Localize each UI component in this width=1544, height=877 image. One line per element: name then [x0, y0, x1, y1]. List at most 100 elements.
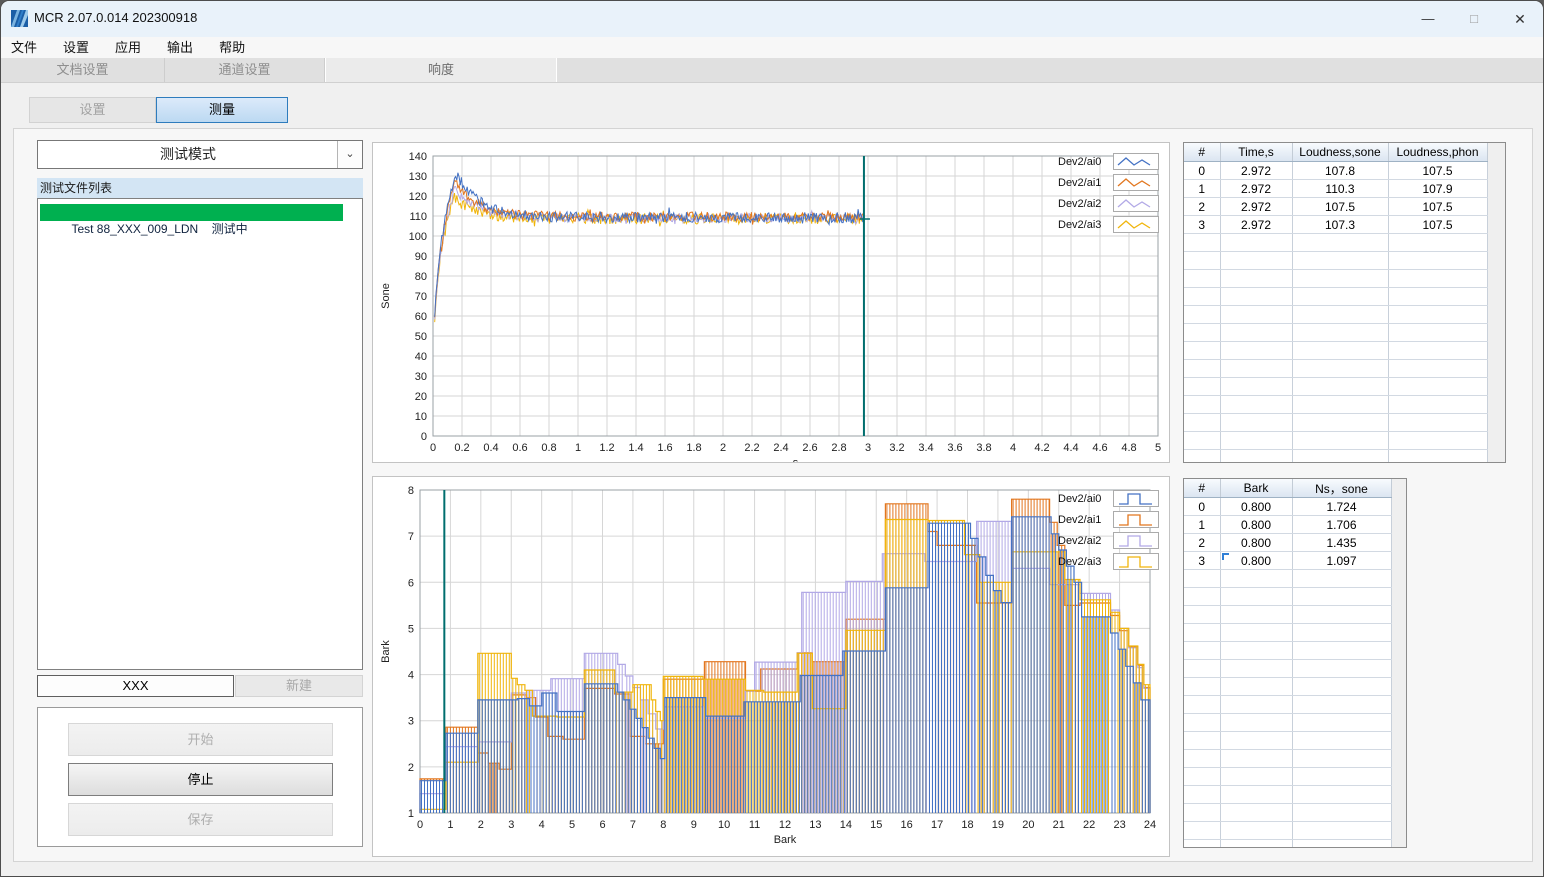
close-button[interactable]: ✕ — [1497, 1, 1543, 37]
table-cell[interactable]: 107.5 — [1388, 197, 1488, 216]
table-cell[interactable] — [1292, 269, 1389, 288]
table-cell[interactable] — [1220, 449, 1293, 462]
table-cell[interactable] — [1292, 341, 1389, 360]
table-cell[interactable] — [1292, 413, 1389, 432]
table-cell[interactable]: 107.8 — [1292, 161, 1389, 180]
table-cell[interactable] — [1184, 659, 1221, 678]
table-cell[interactable] — [1220, 305, 1293, 324]
table-row[interactable]: 1 2.972 110.3 107.9 — [1184, 179, 1488, 198]
table-row[interactable] — [1184, 659, 1392, 678]
table-cell[interactable] — [1184, 731, 1221, 750]
table-cell[interactable] — [1184, 233, 1221, 252]
table-cell[interactable] — [1292, 641, 1392, 660]
table-row[interactable] — [1184, 785, 1392, 804]
table-cell[interactable]: 0.800 — [1220, 497, 1293, 516]
table-cell[interactable] — [1292, 803, 1392, 822]
test-mode-dropdown[interactable]: 测试模式 ⌄ — [37, 140, 363, 169]
table-cell[interactable] — [1388, 431, 1488, 450]
stop-button[interactable]: 停止 — [68, 763, 333, 796]
maximize-button[interactable]: □ — [1451, 1, 1497, 37]
table-cell[interactable] — [1388, 251, 1488, 270]
table-cell[interactable] — [1220, 605, 1293, 624]
table-cell[interactable]: 2 — [1184, 533, 1221, 552]
table-row[interactable] — [1184, 623, 1392, 642]
table-cell[interactable] — [1220, 785, 1293, 804]
column-header[interactable]: # — [1184, 143, 1221, 162]
table-cell[interactable]: 2.972 — [1220, 197, 1293, 216]
table-row[interactable] — [1184, 731, 1392, 750]
table-cell[interactable] — [1220, 395, 1293, 414]
table-cell[interactable] — [1184, 605, 1221, 624]
table-row[interactable]: 0 2.972 107.8 107.5 — [1184, 161, 1488, 180]
table-row[interactable] — [1184, 767, 1392, 786]
table-cell[interactable] — [1220, 695, 1293, 714]
table-cell[interactable]: 1 — [1184, 515, 1221, 534]
table-cell[interactable]: 3 — [1184, 215, 1221, 234]
table-row[interactable] — [1184, 251, 1488, 270]
table-cell[interactable] — [1220, 659, 1293, 678]
menu-item-4[interactable]: 帮助 — [206, 37, 258, 58]
table-cell[interactable] — [1220, 821, 1293, 840]
table-row[interactable] — [1184, 695, 1392, 714]
table-cell[interactable] — [1220, 641, 1293, 660]
table-cell[interactable]: 2 — [1184, 197, 1221, 216]
table-cell[interactable]: 0.800 — [1220, 551, 1293, 570]
table-cell[interactable] — [1292, 233, 1389, 252]
table-cell[interactable] — [1184, 695, 1221, 714]
tab-settings[interactable]: 设置 — [29, 97, 156, 123]
table-cell[interactable]: 2.972 — [1220, 161, 1293, 180]
table-cell[interactable] — [1220, 713, 1293, 732]
minimize-button[interactable]: — — [1405, 1, 1451, 37]
table-cell[interactable]: 0 — [1184, 497, 1221, 516]
table-cell[interactable] — [1184, 377, 1221, 396]
table-row[interactable] — [1184, 449, 1488, 462]
table-row[interactable]: 3 2.972 107.3 107.5 — [1184, 215, 1488, 234]
table-row[interactable] — [1184, 677, 1392, 696]
table-cell[interactable] — [1292, 305, 1389, 324]
table-cell[interactable] — [1388, 305, 1488, 324]
table-cell[interactable]: 107.5 — [1292, 197, 1389, 216]
table-cell[interactable]: 1.706 — [1292, 515, 1392, 534]
table-cell[interactable] — [1292, 713, 1392, 732]
table-cell[interactable] — [1292, 605, 1392, 624]
table-row[interactable] — [1184, 413, 1488, 432]
new-button[interactable]: 新建 — [235, 675, 363, 697]
chevron-down-icon[interactable]: ⌄ — [337, 141, 362, 168]
table-cell[interactable] — [1220, 323, 1293, 342]
table-row[interactable] — [1184, 233, 1488, 252]
table-row[interactable] — [1184, 605, 1392, 624]
table-row[interactable] — [1184, 569, 1392, 588]
table-row[interactable]: 2 0.800 1.435 — [1184, 533, 1392, 552]
table-row[interactable] — [1184, 305, 1488, 324]
table-cell[interactable] — [1220, 233, 1293, 252]
table-cell[interactable] — [1388, 233, 1488, 252]
table-row[interactable] — [1184, 395, 1488, 414]
table-cell[interactable]: 110.3 — [1292, 179, 1389, 198]
table-row[interactable] — [1184, 821, 1392, 840]
table-cell[interactable] — [1292, 821, 1392, 840]
table-cell[interactable] — [1184, 341, 1221, 360]
table-cell[interactable] — [1220, 251, 1293, 270]
table-cell[interactable] — [1388, 287, 1488, 306]
table-cell[interactable] — [1388, 449, 1488, 462]
table-cell[interactable] — [1184, 767, 1221, 786]
tab-2[interactable]: 响度 — [325, 58, 557, 82]
column-header[interactable]: Ns，sone — [1292, 479, 1392, 498]
table-cell[interactable] — [1184, 359, 1221, 378]
table-row[interactable] — [1184, 713, 1392, 732]
table-cell[interactable] — [1388, 341, 1488, 360]
table-row[interactable] — [1184, 341, 1488, 360]
table-cell[interactable] — [1292, 569, 1392, 588]
table-cell[interactable] — [1292, 395, 1389, 414]
table-cell[interactable] — [1220, 569, 1293, 588]
table-cell[interactable] — [1220, 623, 1293, 642]
menu-item-1[interactable]: 设置 — [50, 37, 102, 58]
table-cell[interactable]: 1.724 — [1292, 497, 1392, 516]
table-cell[interactable] — [1220, 287, 1293, 306]
table-cell[interactable] — [1184, 713, 1221, 732]
table-cell[interactable] — [1220, 749, 1293, 768]
table-cell[interactable] — [1220, 431, 1293, 450]
table-cell[interactable] — [1388, 323, 1488, 342]
save-button[interactable]: 保存 — [68, 803, 333, 836]
bark-table[interactable]: # Bark Ns，sone 0 0.800 1.724 1 0.800 1.706 2 0.800… — [1184, 479, 1392, 847]
